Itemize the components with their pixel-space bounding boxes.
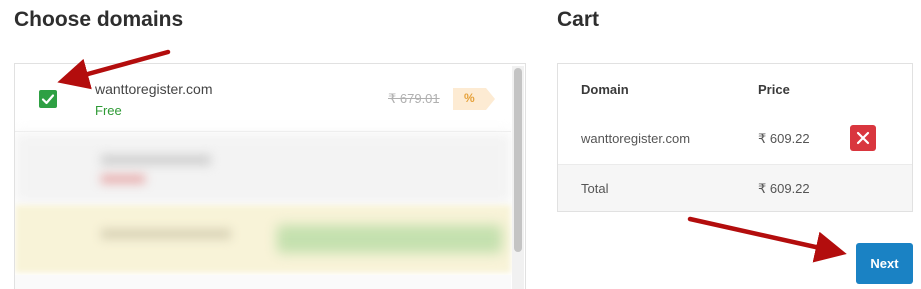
discount-badge-label: %: [464, 91, 475, 105]
cart-item-price: ₹ 609.22: [758, 131, 810, 146]
check-icon: [41, 94, 55, 105]
cart-title: Cart: [557, 8, 600, 31]
scrollbar-thumb[interactable]: [514, 68, 522, 252]
close-icon: [856, 131, 870, 145]
domain-name: wanttoregister.com: [95, 81, 213, 97]
domain-list-scrollbar[interactable]: [512, 66, 524, 289]
domain-row[interactable]: wanttoregister.com Free ₹ 679.01 %: [15, 64, 511, 132]
next-button[interactable]: Next: [856, 243, 913, 284]
domain-checkbox[interactable]: [39, 90, 57, 108]
total-value: ₹ 609.22: [758, 181, 810, 196]
blurred-domain-suggestions: [15, 133, 511, 289]
cart-total-row: Total ₹ 609.22: [558, 164, 912, 211]
cart-column-price: Price: [758, 82, 790, 97]
cart-column-domain: Domain: [581, 82, 629, 97]
discount-tag-icon: %: [453, 88, 495, 110]
original-price: ₹ 679.01: [388, 91, 440, 106]
choose-domains-title: Choose domains: [14, 8, 184, 31]
cart-panel: Domain Price wanttoregister.com ₹ 609.22…: [557, 63, 913, 212]
domain-list-panel: wanttoregister.com Free ₹ 679.01 %: [14, 63, 526, 289]
domain-status: Free: [95, 103, 122, 118]
total-label: Total: [581, 181, 609, 196]
cart-item-domain: wanttoregister.com: [581, 131, 691, 146]
remove-item-button[interactable]: [850, 125, 876, 151]
